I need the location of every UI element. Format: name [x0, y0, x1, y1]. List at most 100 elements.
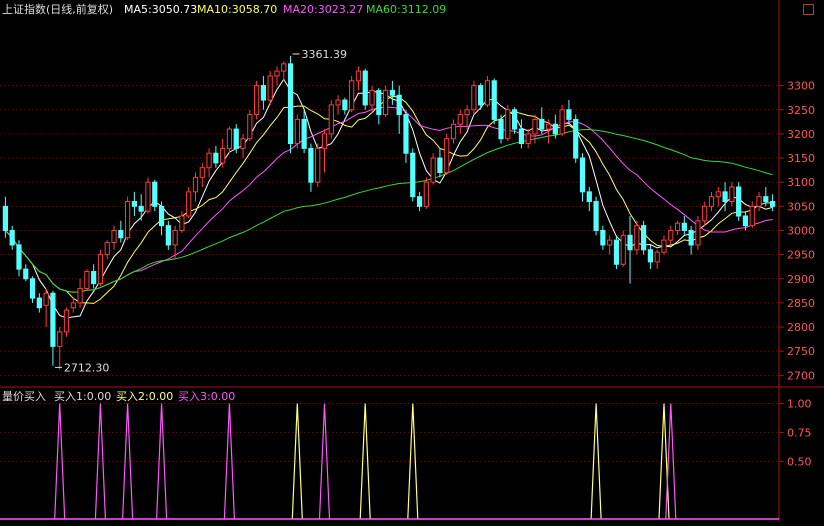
price-tick-label: 3100	[787, 176, 815, 189]
indicator-tick-label: 1.00	[787, 398, 812, 411]
ma20-legend: MA20:3023.27	[283, 3, 363, 16]
indicator-axis: 0.50 0.75 1.00	[779, 398, 812, 468]
candle-down	[396, 94, 402, 116]
candle-down	[600, 229, 606, 246]
candle-up	[281, 63, 287, 72]
candle-down	[491, 80, 497, 120]
moving-average-lines	[5, 78, 773, 319]
candle-up	[634, 225, 640, 251]
candle-up	[444, 138, 450, 174]
candle-down	[301, 118, 307, 149]
candle-up	[145, 181, 151, 212]
window-toggle-button[interactable]	[803, 4, 814, 15]
candle-down	[478, 85, 484, 106]
candle-down	[158, 205, 165, 227]
candle-up	[70, 302, 76, 309]
candle-up	[172, 229, 178, 246]
candle-down	[376, 89, 382, 116]
candle-up	[349, 80, 355, 111]
candle-up	[294, 118, 300, 145]
candle-up	[186, 191, 192, 217]
price-tick-label: 2850	[787, 297, 815, 310]
candle-down	[437, 157, 443, 174]
candle-up	[471, 85, 477, 111]
candle-up	[450, 123, 457, 140]
candle-up	[505, 109, 511, 140]
price-tick-label: 3300	[787, 80, 815, 93]
buy3-legend: 买入3:0.00	[178, 390, 235, 403]
candlestick-series	[2, 55, 776, 370]
price-tick-label: 3000	[787, 224, 815, 237]
candle-up	[430, 157, 436, 183]
price-tick-label: 2750	[787, 345, 815, 358]
candle-down	[512, 109, 518, 130]
candle-up	[715, 191, 721, 198]
candle-down	[131, 201, 137, 207]
candle-up	[220, 147, 226, 164]
price-tick-label: 3150	[787, 152, 815, 165]
candle-up	[369, 89, 375, 106]
candle-up	[199, 167, 205, 178]
candle-up	[695, 220, 701, 246]
candle-down	[613, 239, 620, 265]
chart-title: 上证指数(日线,前复权)	[2, 2, 113, 16]
candle-down	[498, 118, 504, 140]
price-annotations: 3361.39 2712.30	[54, 48, 347, 374]
candle-down	[410, 152, 416, 198]
candle-down	[29, 278, 36, 299]
candle-up	[607, 239, 613, 246]
ma10-legend: MA10:3058.70	[197, 3, 277, 16]
candle-up	[756, 196, 762, 207]
candle-up	[240, 138, 246, 149]
candle-down	[722, 191, 728, 202]
candle-up	[315, 147, 321, 183]
candle-down	[260, 85, 266, 101]
candle-down	[165, 225, 171, 246]
candle-up	[355, 70, 362, 82]
candle-up	[179, 215, 185, 231]
buy-signal-spike	[665, 403, 677, 520]
candle-up	[654, 251, 660, 263]
candle-down	[539, 118, 545, 130]
candle-down	[2, 205, 8, 231]
candle-down	[50, 292, 56, 347]
price-tick-label: 2900	[787, 273, 815, 286]
candle-down	[362, 70, 368, 106]
candle-down	[566, 109, 572, 120]
ma10-line	[5, 95, 773, 304]
candle-up	[254, 85, 260, 116]
candle-down	[138, 205, 144, 212]
candle-up	[620, 234, 626, 265]
candle-up	[226, 128, 233, 149]
price-tick-label: 3200	[787, 128, 815, 141]
candle-down	[403, 114, 409, 154]
candle-up	[532, 118, 538, 135]
candle-down	[91, 271, 97, 285]
candle-up	[464, 109, 470, 116]
candle-up	[484, 80, 491, 106]
candle-up	[97, 254, 104, 285]
candle-down	[573, 118, 579, 159]
candle-up	[267, 75, 273, 101]
buy1-legend: 买入1:0.00	[54, 390, 111, 403]
candle-down	[742, 215, 749, 227]
candle-up	[545, 123, 552, 130]
price-tick-label: 3050	[787, 200, 815, 213]
candle-up	[247, 114, 253, 140]
candle-down	[763, 196, 769, 202]
candle-up	[125, 201, 131, 239]
price-tick-label: 2700	[787, 369, 815, 382]
chart-area[interactable]: 2700 2750 2800 2850 2900 2950 3000 3050 3100 3150…	[0, 0, 824, 522]
main-grid	[0, 85, 779, 376]
buy2-legend: 买入2:0.00	[116, 390, 173, 403]
indicator-tick-label: 0.50	[787, 455, 812, 468]
ma5-line	[5, 78, 773, 319]
price-tick-label: 2800	[787, 321, 815, 334]
candle-down	[586, 191, 592, 202]
candle-down	[152, 181, 158, 207]
candle-up	[457, 114, 463, 125]
candle-up	[57, 331, 63, 347]
indicator-tick-label: 0.75	[787, 426, 812, 439]
ma5-legend: MA5:3050.73	[124, 3, 197, 16]
candle-down	[118, 229, 124, 239]
